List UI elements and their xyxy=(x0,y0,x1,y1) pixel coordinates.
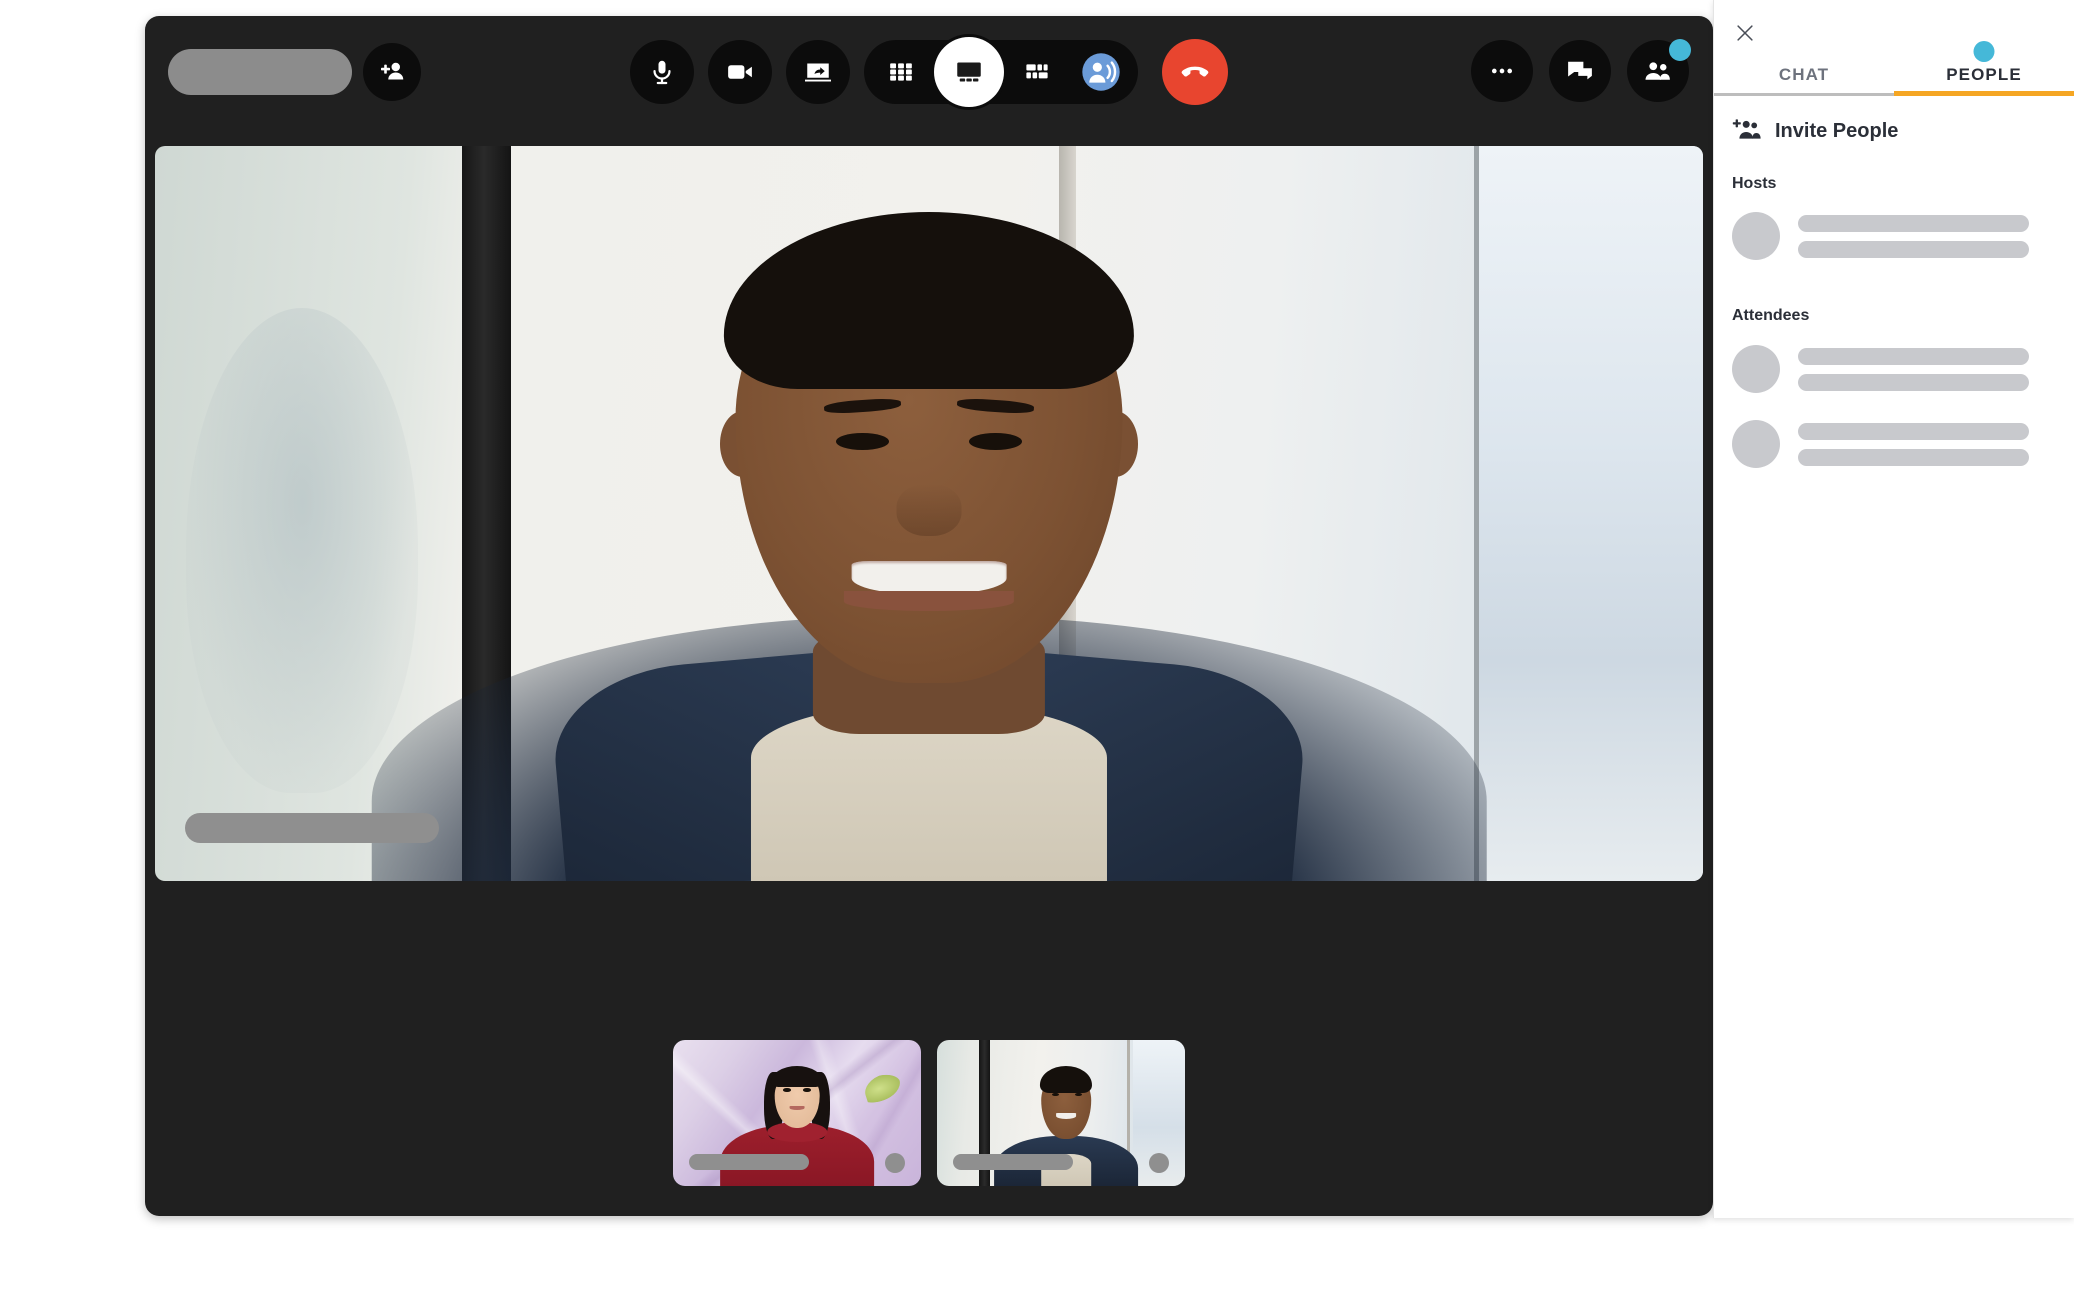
stage-layout-icon xyxy=(954,57,984,87)
person-placeholder-lines xyxy=(1798,422,2029,466)
group-heading-attendees: Attendees xyxy=(1732,307,1810,324)
list-item[interactable] xyxy=(1732,420,2029,468)
person-placeholder-lines xyxy=(1798,347,2029,391)
ellipsis-icon xyxy=(1488,57,1516,85)
person-detail-placeholder xyxy=(1798,240,2029,258)
layout-focus-button[interactable] xyxy=(1006,41,1068,103)
tab-chat-label: CHAT xyxy=(1778,65,1830,84)
group-heading-hosts: Hosts xyxy=(1732,175,1777,192)
share-screen-icon xyxy=(803,57,833,87)
thumbnail-name-placeholder xyxy=(953,1154,1073,1170)
person-name-placeholder xyxy=(1798,347,2029,365)
chat-bubble-icon xyxy=(1565,56,1595,86)
people-icon xyxy=(1643,56,1673,86)
main-video-stage[interactable] xyxy=(155,146,1703,881)
share-screen-button[interactable] xyxy=(786,40,850,104)
invite-people-label: Invite People xyxy=(1775,119,1899,142)
thumbnail-mic-indicator xyxy=(1149,1153,1169,1173)
meeting-toolbar xyxy=(145,16,1713,128)
participant-thumbnail-strip xyxy=(145,1040,1713,1186)
thumbnail-name-placeholder xyxy=(689,1154,809,1170)
people-notification-badge xyxy=(1669,39,1691,61)
add-people-button[interactable] xyxy=(363,43,421,101)
tab-people[interactable]: PEOPLE xyxy=(1894,41,2074,96)
app-screen: CHAT PEOPLE Invite People Hosts Attendee… xyxy=(0,0,2074,1300)
participant-thumbnail[interactable] xyxy=(673,1040,921,1186)
layout-switcher xyxy=(864,37,1138,107)
close-panel-button[interactable] xyxy=(1732,20,1758,46)
thumbnail-mic-indicator xyxy=(885,1153,905,1173)
tab-chat[interactable]: CHAT xyxy=(1714,54,1894,93)
person-detail-placeholder xyxy=(1798,373,2029,391)
microphone-icon xyxy=(648,58,676,86)
primary-controls xyxy=(630,37,1228,107)
side-panel: CHAT PEOPLE Invite People Hosts Attendee… xyxy=(1713,0,2074,1218)
add-people-icon xyxy=(1732,118,1762,144)
focus-layout-icon xyxy=(1024,59,1050,85)
chat-panel-button[interactable] xyxy=(1549,40,1611,102)
more-options-button[interactable] xyxy=(1471,40,1533,102)
avatar xyxy=(1732,345,1780,393)
person-placeholder-lines xyxy=(1798,214,2029,258)
meeting-window xyxy=(145,16,1713,1216)
person-name-placeholder xyxy=(1798,214,2029,232)
add-person-icon xyxy=(377,57,407,87)
active-speaker-name-placeholder xyxy=(185,813,439,843)
list-item[interactable] xyxy=(1732,212,2029,260)
audio-participant-button[interactable] xyxy=(1070,41,1132,103)
invite-people-button[interactable]: Invite People xyxy=(1732,118,1898,144)
hangup-button[interactable] xyxy=(1162,39,1228,105)
active-speaker-video xyxy=(155,146,1703,881)
person-name-placeholder xyxy=(1798,422,2029,440)
tab-people-label: PEOPLE xyxy=(1946,65,2022,84)
person-detail-placeholder xyxy=(1798,448,2029,466)
secondary-controls xyxy=(1471,39,1691,102)
microphone-button[interactable] xyxy=(630,40,694,104)
close-icon xyxy=(1734,22,1756,44)
people-tab-dot xyxy=(1973,41,1995,62)
panel-tabs: CHAT PEOPLE xyxy=(1714,41,2074,96)
avatar xyxy=(1732,420,1780,468)
layout-stage-button[interactable] xyxy=(934,37,1004,107)
audio-speaking-icon xyxy=(1079,50,1123,94)
participant-thumbnail[interactable] xyxy=(937,1040,1185,1186)
avatar xyxy=(1732,212,1780,260)
video-camera-icon xyxy=(725,57,755,87)
camera-button[interactable] xyxy=(708,40,772,104)
layout-grid-button[interactable] xyxy=(870,41,932,103)
list-item[interactable] xyxy=(1732,345,2029,393)
grid-layout-icon xyxy=(888,59,914,85)
phone-hangup-icon xyxy=(1178,55,1212,89)
people-panel-button[interactable] xyxy=(1627,39,1691,102)
meeting-title-placeholder xyxy=(168,49,352,95)
